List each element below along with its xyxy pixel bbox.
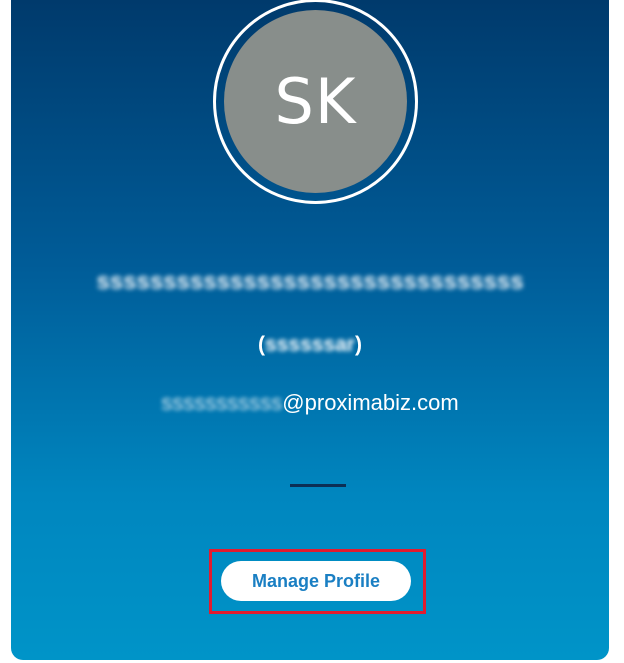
avatar-initials: SK [274,65,357,138]
username-close-paren: ) [354,333,362,356]
display-name: ssssssssssssssssssssssssssssssss [96,268,524,295]
username-masked: ssssssar [265,333,355,356]
email: sssssssssss@proximabiz.com [11,390,609,416]
profile-card: SK ssssssssssssssssssssssssssssssss (sss… [11,0,609,660]
avatar: SK [224,10,407,193]
email-local-part: sssssssssss [161,390,283,415]
username-open-paren: ( [258,333,266,356]
email-domain: @proximabiz.com [282,390,459,415]
avatar-ring: SK [213,0,418,204]
manage-profile-button[interactable]: Manage Profile [221,561,411,601]
divider [290,484,346,487]
username: (ssssssar) [11,333,609,357]
